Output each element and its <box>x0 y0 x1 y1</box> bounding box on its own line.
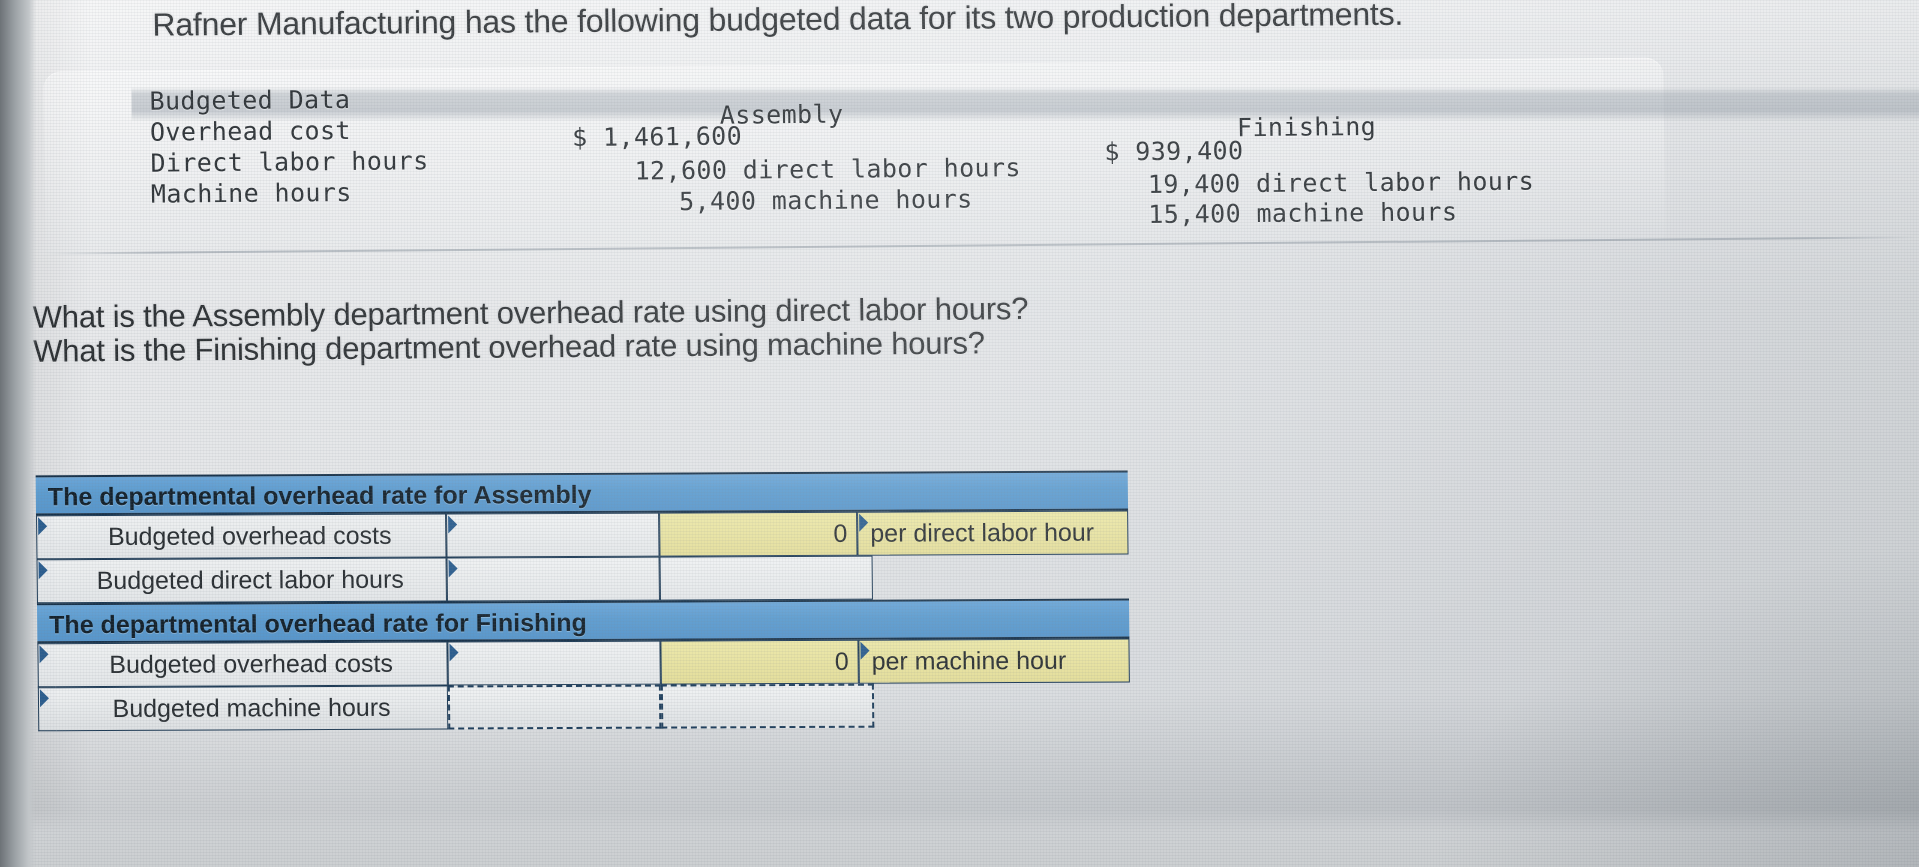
unit-label-per-direct-labor-hour: per direct labor hour <box>857 510 1129 556</box>
assembly-machine-hours-value: 5,400 machine hours <box>678 184 973 217</box>
result-finishing-rate: 0 <box>660 639 859 685</box>
budgeted-data-row-header: Budgeted Data <box>149 84 351 116</box>
row-label-budgeted-overhead-costs-finishing: Budgeted overhead costs <box>55 641 448 688</box>
empty-cell[interactable] <box>659 555 873 601</box>
table-row: Budgeted overhead costs 0 per direct lab… <box>36 510 1129 560</box>
input-assembly-direct-labor-hours[interactable] <box>446 556 660 602</box>
budgeted-data-label-machine-hours: Machine hours <box>150 177 352 209</box>
row-label-budgeted-overhead-costs: Budgeted overhead costs <box>54 513 447 560</box>
section-header-row: The departmental overhead rate for Finis… <box>36 598 1130 644</box>
section-header-assembly: The departmental overhead rate for Assem… <box>35 470 1129 516</box>
question-finishing-rate: What is the Finishing department overhea… <box>32 325 986 369</box>
assembly-overhead-cost-value: $ 1,461,600 <box>571 121 743 153</box>
budgeted-data-label-direct-labor-hours: Direct labor hours <box>150 146 429 178</box>
page-content: Rafner Manufacturing has the following b… <box>0 0 1919 867</box>
empty-cell-active[interactable] <box>660 683 875 729</box>
input-assembly-overhead-costs[interactable] <box>446 512 660 558</box>
problem-intro-text: Rafner Manufacturing has the following b… <box>152 0 1404 43</box>
section-header-finishing: The departmental overhead rate for Finis… <box>36 598 1130 644</box>
answer-spreadsheet: The departmental overhead rate for Assem… <box>35 470 1131 732</box>
row-label-budgeted-machine-hours: Budgeted machine hours <box>55 685 449 732</box>
table-row: Budgeted direct labor hours <box>36 555 1128 604</box>
row-marker-icon <box>36 559 55 604</box>
section-header-row: The departmental overhead rate for Assem… <box>35 470 1129 516</box>
assembly-direct-labor-hours-value: 12,600 direct labor hours <box>634 153 1022 186</box>
column-header-finishing: Finishing <box>1236 111 1377 143</box>
table-row: Budgeted overhead costs 0 per machine ho… <box>37 638 1130 688</box>
input-finishing-overhead-costs[interactable] <box>447 640 661 686</box>
row-marker-icon <box>37 687 57 732</box>
finishing-direct-labor-hours-value: 19,400 direct labor hours <box>1147 166 1535 199</box>
row-label-budgeted-direct-labor-hours: Budgeted direct labor hours <box>54 557 447 604</box>
unit-label-per-machine-hour: per machine hour <box>858 638 1130 684</box>
row-marker-icon <box>37 643 56 688</box>
table-row: Budgeted machine hours <box>37 683 1130 732</box>
row-marker-icon <box>36 515 55 560</box>
budgeted-data-label-overhead-cost: Overhead cost <box>149 115 352 147</box>
finishing-overhead-cost-value: $ 939,400 <box>1104 136 1244 167</box>
finishing-machine-hours-value: 15,400 machine hours <box>1148 197 1458 229</box>
input-finishing-machine-hours[interactable] <box>447 684 662 730</box>
result-assembly-rate: 0 <box>659 511 858 557</box>
monitor-screen: Rafner Manufacturing has the following b… <box>0 0 1919 867</box>
